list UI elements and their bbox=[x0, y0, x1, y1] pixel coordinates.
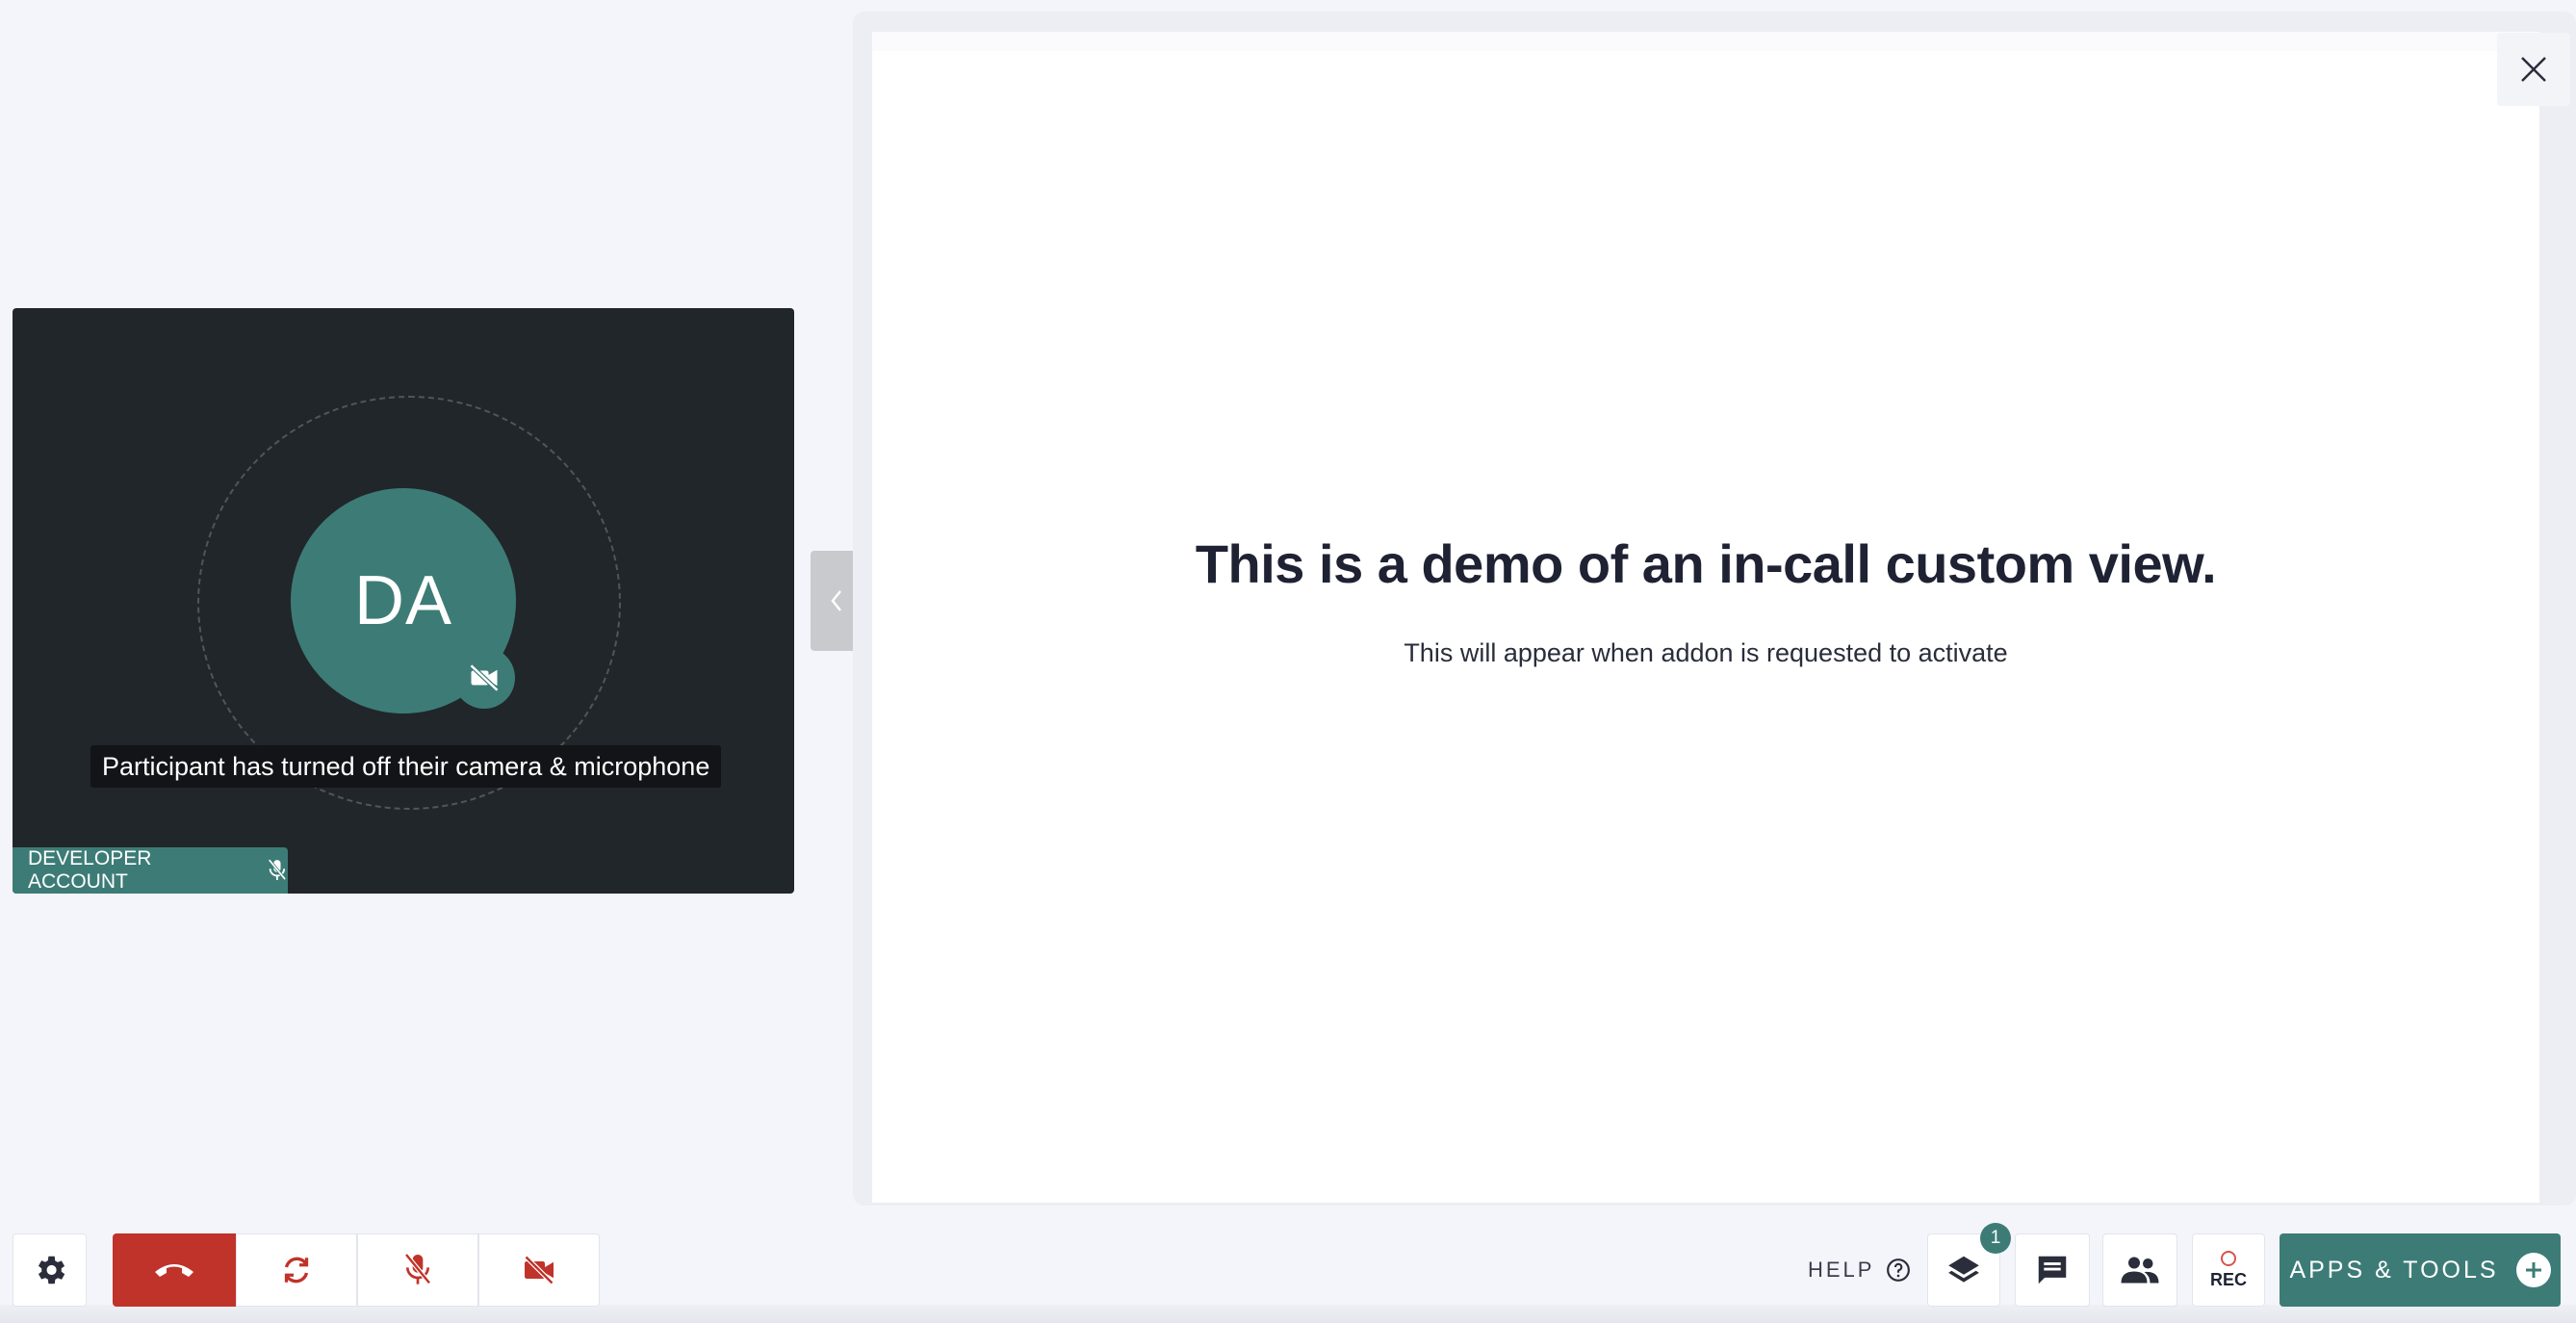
participants-button[interactable] bbox=[2102, 1233, 2177, 1307]
people-icon bbox=[2121, 1257, 2159, 1284]
toolbar-shadow bbox=[0, 1305, 2576, 1323]
chat-icon bbox=[2038, 1256, 2067, 1284]
close-custom-view-button[interactable] bbox=[2497, 33, 2570, 106]
camera-off-badge bbox=[453, 647, 515, 709]
custom-view-subtitle: This will appear when addon is requested… bbox=[1404, 638, 2008, 667]
participant-nameplate: DEVELOPER ACCOUNT bbox=[13, 847, 288, 894]
question-circle-icon bbox=[1887, 1258, 1911, 1282]
call-screen: DA Participant has turned off their came… bbox=[0, 0, 2576, 1323]
avatar-initials: DA bbox=[353, 562, 453, 639]
custom-view-title: This is a demo of an in-call custom view… bbox=[1195, 533, 2217, 594]
chat-button[interactable] bbox=[2015, 1233, 2090, 1307]
apps-and-tools-label: APPS & TOOLS bbox=[2289, 1256, 2499, 1284]
mic-off-icon bbox=[404, 1253, 431, 1284]
participant-name: DEVELOPER ACCOUNT bbox=[28, 847, 152, 893]
participant-tile[interactable]: DA Participant has turned off their came… bbox=[13, 308, 794, 894]
apps-and-tools-button[interactable]: APPS & TOOLS bbox=[2280, 1233, 2561, 1307]
close-icon bbox=[2521, 57, 2546, 82]
mic-off-icon bbox=[268, 859, 287, 881]
layers-count-badge: 1 bbox=[1980, 1223, 2011, 1254]
layers-icon bbox=[1948, 1256, 1979, 1283]
phone-hangup-icon bbox=[155, 1264, 193, 1277]
camera-off-icon bbox=[524, 1255, 554, 1285]
switch-camera-button[interactable] bbox=[236, 1233, 357, 1307]
gear-icon bbox=[38, 1256, 64, 1284]
help-button[interactable]: HELP bbox=[1808, 1254, 1911, 1286]
record-button[interactable]: REC bbox=[2192, 1233, 2265, 1307]
refresh-icon bbox=[284, 1257, 309, 1284]
chevron-left-icon bbox=[830, 590, 841, 611]
toggle-microphone-button[interactable] bbox=[357, 1233, 478, 1307]
custom-view-panel: This is a demo of an in-call custom view… bbox=[872, 32, 2539, 1203]
record-label: REC bbox=[2209, 1269, 2247, 1289]
plus-circle-icon bbox=[2515, 1253, 2551, 1287]
participant-status-caption: Participant has turned off their camera … bbox=[90, 745, 722, 788]
settings-button[interactable] bbox=[13, 1233, 87, 1307]
hang-up-button[interactable] bbox=[113, 1233, 236, 1307]
help-label: HELP bbox=[1808, 1258, 1875, 1282]
record-dot-icon bbox=[2221, 1250, 2236, 1266]
camera-off-icon bbox=[469, 663, 500, 692]
toggle-camera-button[interactable] bbox=[478, 1233, 600, 1307]
